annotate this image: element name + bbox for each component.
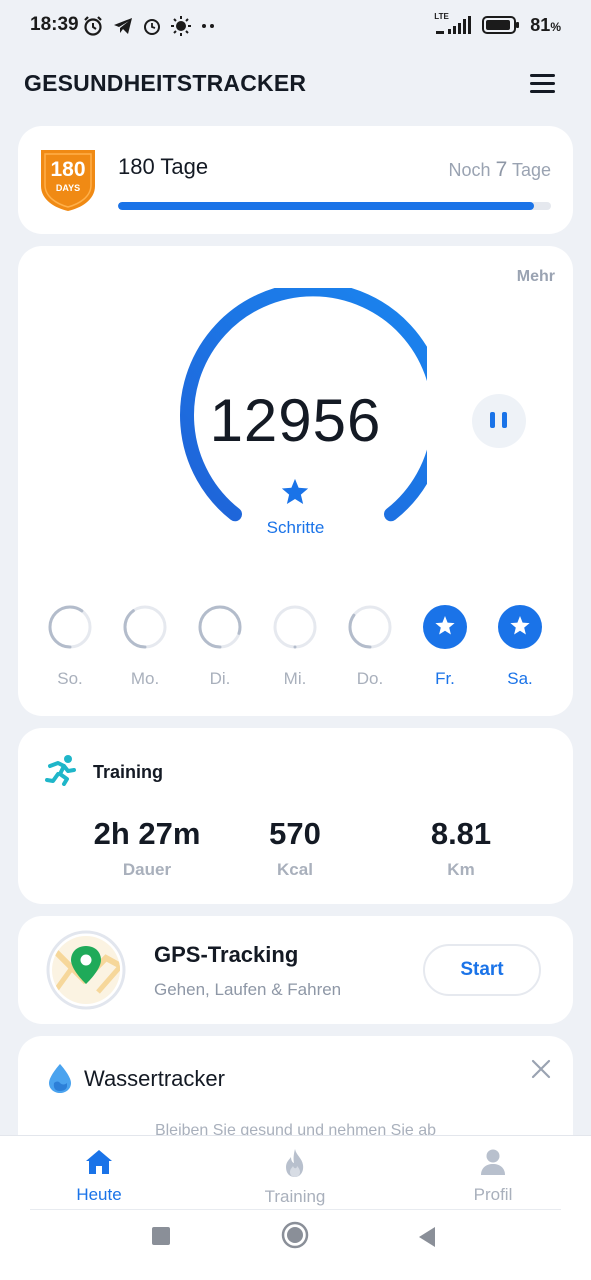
signal-icon: LTE [434, 12, 472, 36]
battery-icon [482, 16, 520, 34]
day-item[interactable]: Di. [190, 604, 250, 689]
streak-remaining: Noch 7 Tage [449, 158, 551, 182]
stat-label: Dauer [122, 860, 172, 879]
streak-card[interactable]: 180 DAYS 180 Tage Noch 7 Tage [18, 126, 573, 234]
telegram-icon [114, 18, 132, 34]
nav-item-training[interactable]: Training [230, 1148, 360, 1207]
recents-button[interactable] [151, 1226, 171, 1246]
back-triangle-icon [419, 1227, 435, 1247]
nav-item-heute[interactable]: Heute [34, 1148, 164, 1205]
streak-remaining-days: 7 [495, 158, 508, 181]
streak-badge-number: 180 [50, 158, 86, 181]
gps-subtitle: Gehen, Laufen & Fahren [154, 980, 342, 999]
stat-value: 8.81 [430, 816, 492, 851]
stat-kcal: 570 Kcal [210, 816, 380, 880]
streak-progress-bar [118, 202, 551, 210]
page-title: GESUNDHEITSTRACKER [24, 70, 307, 96]
menu-button[interactable] [526, 70, 560, 98]
water-drop-icon [49, 1064, 71, 1093]
stat-label: Kcal [277, 860, 313, 879]
stat-value: 2h 27m [93, 816, 201, 851]
stat-km: 8.81 Km [376, 816, 546, 880]
status-bar: 18:39 LTE 81% [0, 0, 591, 54]
alarm-clock-icon [84, 16, 102, 36]
streak-remaining-suffix: Tage [511, 160, 551, 180]
streak-badge-icon: 180 DAYS [39, 148, 97, 212]
steps-label: Schritte [266, 518, 325, 537]
circle-icon [281, 1221, 309, 1249]
back-button[interactable] [417, 1226, 437, 1248]
nav-label: Training [264, 1187, 326, 1206]
stat-label: Km [447, 860, 475, 879]
day-item[interactable]: Mo. [115, 604, 175, 689]
day-item[interactable]: Sa. [490, 604, 550, 689]
day-progress-ring [273, 605, 317, 649]
battery-value: 81 [530, 14, 551, 35]
day-label: Di. [209, 669, 231, 688]
start-button[interactable]: Start [423, 944, 541, 996]
gps-title: GPS-Tracking [154, 942, 299, 967]
day-label: Fr. [435, 669, 455, 688]
day-item[interactable]: Mi. [265, 604, 325, 689]
status-icons [82, 15, 218, 37]
training-card[interactable]: Training 2h 27m Dauer 570 Kcal 8.81 Km [18, 728, 573, 904]
person-icon [481, 1149, 505, 1175]
day-label: So. [57, 669, 83, 688]
steps-card: Mehr 12956 Schritte So. Mo. Di. Mi. Do. Fr. Sa… [18, 246, 573, 716]
home-icon [86, 1150, 112, 1174]
stat-duration: 2h 27m Dauer [62, 816, 232, 880]
nav-label: Heute [76, 1185, 122, 1204]
pause-button[interactable] [472, 394, 526, 448]
streak-title: 180 Tage [118, 154, 209, 179]
stat-value: 570 [269, 816, 321, 851]
close-icon[interactable] [530, 1058, 552, 1080]
day-item[interactable]: Do. [340, 604, 400, 689]
day-progress-ring [198, 605, 242, 649]
day-label: Do. [356, 669, 384, 688]
streak-progress-fill [118, 202, 534, 210]
nav-item-profil[interactable]: Profil [428, 1148, 558, 1205]
square-icon [152, 1227, 170, 1245]
day-complete-star-icon [498, 605, 542, 649]
more-notifications-icon [202, 24, 214, 28]
water-title: Wassertracker [84, 1066, 225, 1091]
day-label: Mo. [130, 669, 160, 688]
status-right: LTE 81% [434, 12, 561, 36]
training-title: Training [93, 762, 164, 782]
day-progress-ring [48, 605, 92, 649]
streak-badge-unit: DAYS [55, 183, 81, 193]
day-label: Sa. [507, 669, 533, 688]
nav-label: Profil [473, 1185, 513, 1204]
gps-card[interactable]: GPS-Tracking Gehen, Laufen & Fahren Star… [18, 916, 573, 1024]
day-item[interactable]: So. [40, 604, 100, 689]
day-item[interactable]: Fr. [415, 604, 475, 689]
nav-divider [30, 1209, 561, 1210]
day-complete-star-icon [423, 605, 467, 649]
alarm-icon [144, 19, 160, 35]
day-label: Mi. [283, 669, 307, 688]
home-system-button[interactable] [281, 1221, 309, 1249]
running-icon [45, 755, 76, 786]
map-pin-icon [46, 930, 126, 1010]
star-icon [281, 478, 309, 504]
battery-unit: % [550, 19, 561, 34]
day-progress-ring [123, 605, 167, 649]
day-progress-ring [348, 605, 392, 649]
more-link[interactable]: Mehr [517, 268, 555, 286]
flame-icon [286, 1149, 304, 1177]
streak-remaining-prefix: Noch [448, 160, 491, 180]
battery-percent: 81% [530, 15, 561, 36]
brightness-icon [171, 16, 191, 36]
status-time: 18:39 [30, 14, 79, 35]
bottom-navigation: Heute Training Profil [0, 1135, 591, 1280]
